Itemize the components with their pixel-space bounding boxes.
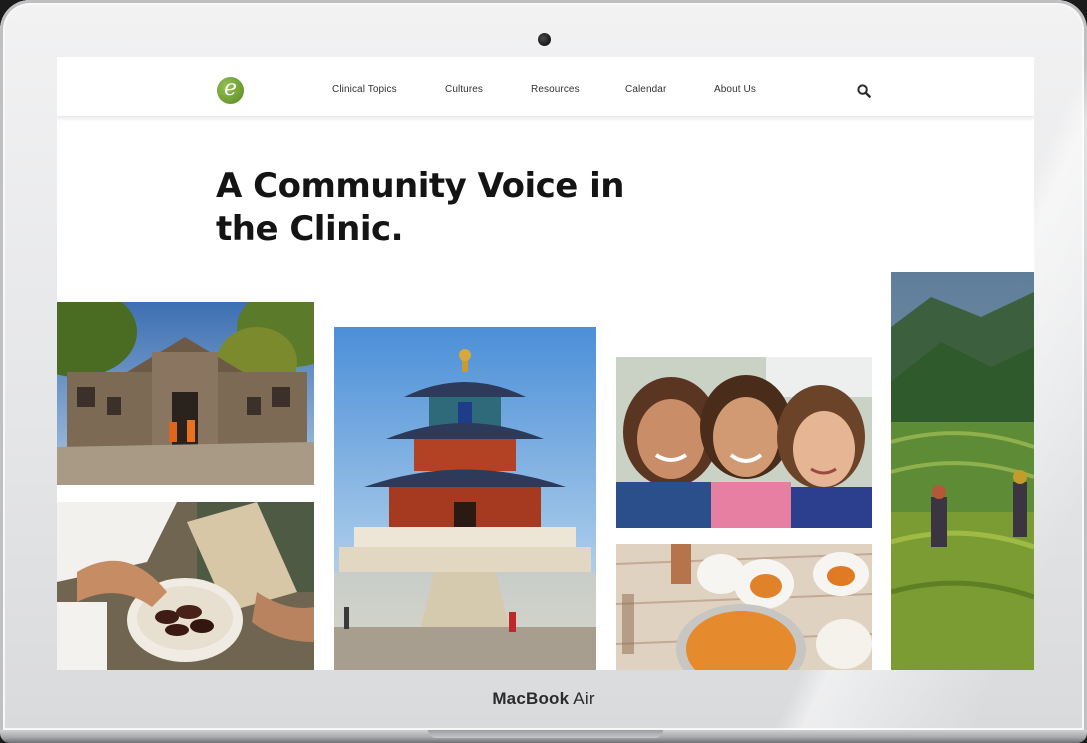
brand-model: Air (573, 689, 595, 708)
headline-line-2: the Clinic. (216, 209, 404, 249)
nav-calendar[interactable]: Calendar (625, 84, 666, 95)
webcam (538, 33, 551, 46)
headline-line-1: A Community Voice in (216, 166, 625, 206)
nav-clinical-topics[interactable]: Clinical Topics (332, 84, 397, 95)
device-brand-label: MacBook Air (0, 689, 1087, 709)
browser-screen: e Clinical Topics Cultures Resources Cal… (57, 57, 1034, 670)
laptop-hinge-notch (428, 730, 663, 738)
search-icon[interactable] (857, 84, 871, 98)
nav-about-us[interactable]: About Us (714, 84, 756, 95)
top-navigation: e Clinical Topics Cultures Resources Cal… (57, 57, 1034, 117)
photo-temple-ruins[interactable] (57, 302, 314, 485)
photo-temple-of-heaven[interactable] (334, 327, 596, 670)
photo-smiling-children[interactable] (616, 357, 872, 528)
logo-letter: e (223, 76, 238, 101)
nav-cultures[interactable]: Cultures (445, 84, 483, 95)
photo-rice-terraces[interactable] (891, 272, 1034, 670)
nav-resources[interactable]: Resources (531, 84, 580, 95)
photo-shared-meal[interactable] (616, 544, 872, 670)
photo-dates-bowl[interactable] (57, 502, 314, 670)
brand-name: MacBook (492, 689, 570, 708)
page-headline: A Community Voice in the Clinic. (216, 165, 636, 251)
site-logo[interactable]: e (217, 76, 244, 104)
